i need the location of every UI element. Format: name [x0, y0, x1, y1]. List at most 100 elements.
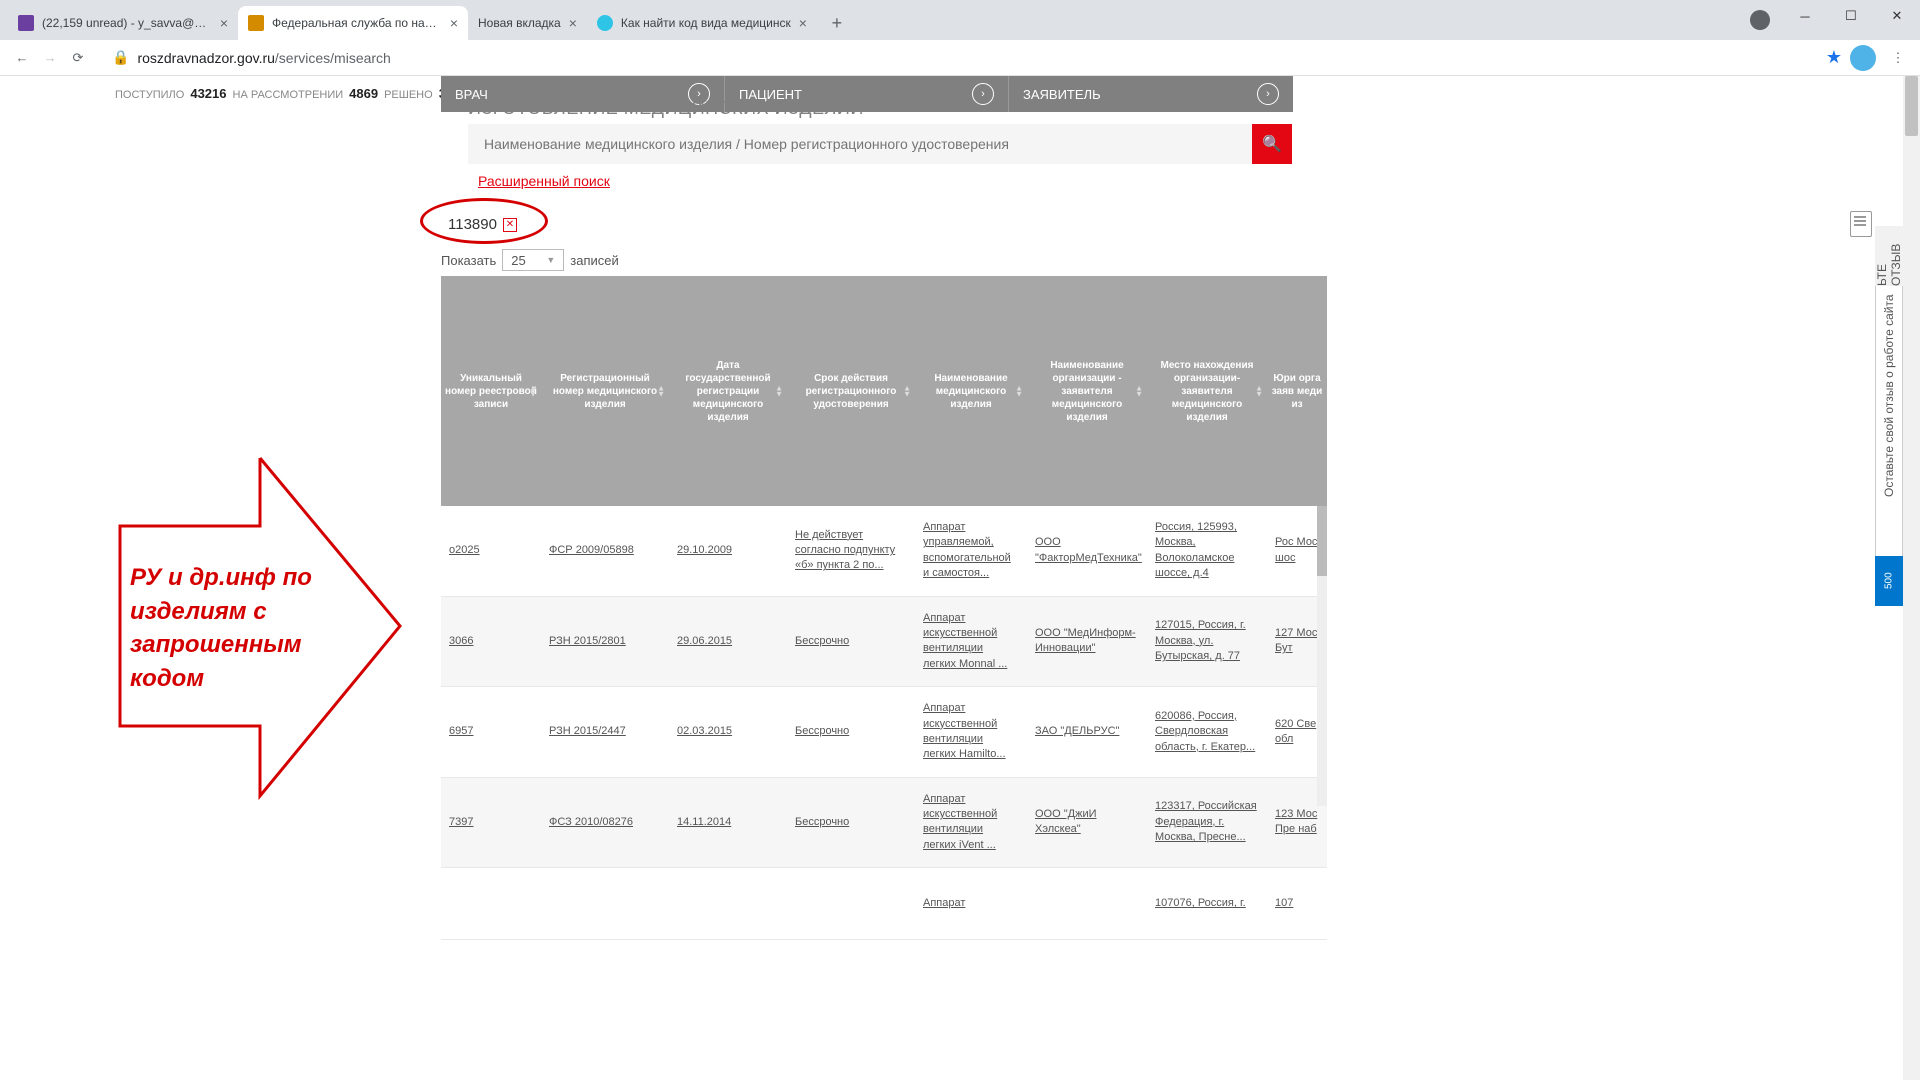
table-cell[interactable]: ООО "ДжиИ Хэлскеа"	[1027, 807, 1147, 838]
profile-badge-icon[interactable]	[1750, 10, 1770, 30]
tab-close-icon[interactable]: ×	[450, 15, 458, 31]
clear-filter-button[interactable]: ✕	[503, 218, 517, 232]
col-applicant-org[interactable]: Наименование организации - заявителя мед…	[1027, 276, 1147, 506]
bookmark-star-icon[interactable]: ★	[1826, 47, 1842, 68]
table-cell[interactable]: o2025	[441, 543, 541, 558]
annotation-arrow	[110, 456, 410, 836]
table-cell[interactable]: 29.06.2015	[669, 634, 787, 649]
table-body: o2025ФСР 2009/0589829.10.2009Не действуе…	[441, 506, 1327, 940]
sort-icon: ▲▼	[529, 385, 537, 396]
page-size-select[interactable]: 25 ▼	[502, 249, 564, 271]
sort-icon: ▲▼	[903, 385, 911, 396]
table-cell[interactable]: ООО "МедИнформ-Инновации"	[1027, 626, 1147, 657]
export-button[interactable]	[1850, 211, 1872, 237]
table-scrollbar[interactable]	[1317, 506, 1327, 806]
table-cell[interactable]: ФСЗ 2010/08276	[541, 815, 669, 830]
stats-label: ПОСТУПИЛО	[115, 89, 184, 101]
col-applicant-location[interactable]: Место нахождения организации-заявителя м…	[1147, 276, 1267, 506]
table-row: 7397ФСЗ 2010/0827614.11.2014БессрочноАпп…	[441, 778, 1327, 869]
page-heading-cut: ИЗГОТОВЛЕНИЕ МЕДИЦИНСКИХ ИЗДЕЛИЙ	[468, 98, 864, 119]
table-row: 3066РЗН 2015/280129.06.2015БессрочноАппа…	[441, 597, 1327, 688]
browser-menu-button[interactable]: ⋮	[1884, 44, 1912, 72]
search-icon: 🔍	[1262, 134, 1282, 154]
chevron-right-icon: ›	[972, 83, 994, 105]
col-reg-date[interactable]: Дата государственной регистрации медицин…	[669, 276, 787, 506]
table-cell[interactable]: Аппарат искусственной вентиляции легких …	[915, 611, 1027, 673]
scrollbar-thumb[interactable]	[1905, 76, 1918, 136]
nav-reload-button[interactable]: ⟳	[64, 44, 92, 72]
browser-tab[interactable]: Как найти код вида медицинск ×	[587, 6, 817, 40]
sort-icon: ▲▼	[775, 385, 783, 396]
table-cell[interactable]: 107076, Россия, г.	[1147, 896, 1267, 911]
table-cell[interactable]: ФСР 2009/05898	[541, 543, 669, 558]
table-cell[interactable]: Аппарат искусственной вентиляции легких …	[915, 701, 1027, 763]
stats-label: РЕШЕНО	[384, 89, 433, 101]
table-cell[interactable]: 3066	[441, 634, 541, 649]
page-size-value: 25	[511, 253, 525, 268]
table-cell[interactable]: РЗН 2015/2447	[541, 724, 669, 739]
feedback-badge[interactable]: 500	[1875, 556, 1903, 606]
browser-tab[interactable]: (22,159 unread) - y_savva@yaho ×	[8, 6, 238, 40]
col-unique-number[interactable]: Уникальный номер реестровой записи▲▼	[441, 276, 541, 506]
scrollbar-thumb[interactable]	[1317, 506, 1327, 576]
table-cell[interactable]: Аппарат	[915, 896, 1027, 911]
table-cell[interactable]: 29.10.2009	[669, 543, 787, 558]
table-cell[interactable]: 123317, Российская Федерация, г. Москва,…	[1147, 799, 1267, 845]
col-validity[interactable]: Срок действия регистрационного удостовер…	[787, 276, 915, 506]
tab-title: Как найти код вида медицинск	[621, 16, 791, 30]
browser-tab[interactable]: Новая вкладка ×	[468, 6, 587, 40]
advanced-search-link[interactable]: Расширенный поиск	[478, 173, 610, 189]
chevron-right-icon: ›	[1257, 83, 1279, 105]
table-cell[interactable]: Аппарат управляемой, вспомогательной и с…	[915, 520, 1027, 582]
table-cell[interactable]: Не действует согласно подпункту «б» пунк…	[787, 528, 915, 574]
search-input[interactable]	[468, 124, 1252, 164]
table-cell[interactable]: 123 Мос Пре наб	[1267, 807, 1327, 838]
page-viewport: ПОСТУПИЛО 43216 НА РАССМОТРЕНИИ 4869 РЕШ…	[0, 76, 1920, 1080]
url-path: /services/misearch	[275, 50, 391, 66]
new-tab-button[interactable]: +	[823, 9, 851, 37]
url-input[interactable]: 🔒 roszdravnadzor.gov.ru/services/misearc…	[102, 44, 1816, 72]
table-cell[interactable]: Бессрочно	[787, 724, 915, 739]
url-host: roszdravnadzor.gov.ru	[137, 50, 274, 66]
table-cell[interactable]: Бессрочно	[787, 815, 915, 830]
search-button[interactable]: 🔍	[1252, 124, 1292, 164]
address-bar: ← → ⟳ 🔒 roszdravnadzor.gov.ru/services/m…	[0, 40, 1920, 76]
result-count-row: 113890 ✕	[448, 216, 517, 233]
window-close-button[interactable]: ✕	[1874, 0, 1920, 32]
page-scrollbar[interactable]	[1903, 76, 1920, 1080]
table-cell[interactable]: 7397	[441, 815, 541, 830]
profile-avatar[interactable]	[1850, 45, 1876, 71]
window-maximize-button[interactable]: ☐	[1828, 0, 1874, 32]
nav-back-button[interactable]: ←	[8, 44, 36, 72]
results-table: Уникальный номер реестровой записи▲▼ Рег…	[441, 276, 1327, 940]
table-cell[interactable]: 14.11.2014	[669, 815, 787, 830]
col-device-name[interactable]: Наименование медицинского изделия▲▼	[915, 276, 1027, 506]
chevron-down-icon: ▼	[546, 255, 555, 265]
table-cell[interactable]: Бессрочно	[787, 634, 915, 649]
table-cell[interactable]: Россия, 125993, Москва, Волоколамское шо…	[1147, 520, 1267, 582]
nav-forward-button[interactable]: →	[36, 44, 64, 72]
col-cut[interactable]: Юри орга заяв меди из	[1267, 276, 1327, 506]
page-size-label: Показать	[441, 253, 496, 268]
role-tab-applicant[interactable]: ЗАЯВИТЕЛЬ ›	[1009, 76, 1293, 112]
table-cell[interactable]: Аппарат искусственной вентиляции легких …	[915, 792, 1027, 854]
favicon	[597, 15, 613, 31]
table-row: o2025ФСР 2009/0589829.10.2009Не действуе…	[441, 506, 1327, 597]
tab-close-icon[interactable]: ×	[799, 15, 807, 31]
tab-close-icon[interactable]: ×	[569, 15, 577, 31]
table-cell[interactable]: 620086, Россия, Свердловская область, г.…	[1147, 709, 1267, 755]
table-cell[interactable]: 127015, Россия, г. Москва, ул. Бутырская…	[1147, 618, 1267, 664]
table-cell[interactable]: ООО "ФакторМедТехника"	[1027, 535, 1147, 566]
tab-title: Федеральная служба по надзор	[272, 16, 442, 30]
table-cell[interactable]: 6957	[441, 724, 541, 739]
table-cell[interactable]: РЗН 2015/2801	[541, 634, 669, 649]
feedback-label: Оставьте свой отзыв о работе сайта	[1882, 295, 1896, 498]
table-cell[interactable]: 02.03.2015	[669, 724, 787, 739]
window-minimize-button[interactable]: ─	[1782, 0, 1828, 32]
table-cell[interactable]: ЗАО "ДЕЛЬРУС"	[1027, 724, 1147, 739]
tab-close-icon[interactable]: ×	[220, 15, 228, 31]
col-reg-number[interactable]: Регистрационный номер медицинского издел…	[541, 276, 669, 506]
table-cell[interactable]: 107	[1267, 896, 1327, 911]
favicon	[248, 15, 264, 31]
browser-tab[interactable]: Федеральная служба по надзор ×	[238, 6, 468, 40]
